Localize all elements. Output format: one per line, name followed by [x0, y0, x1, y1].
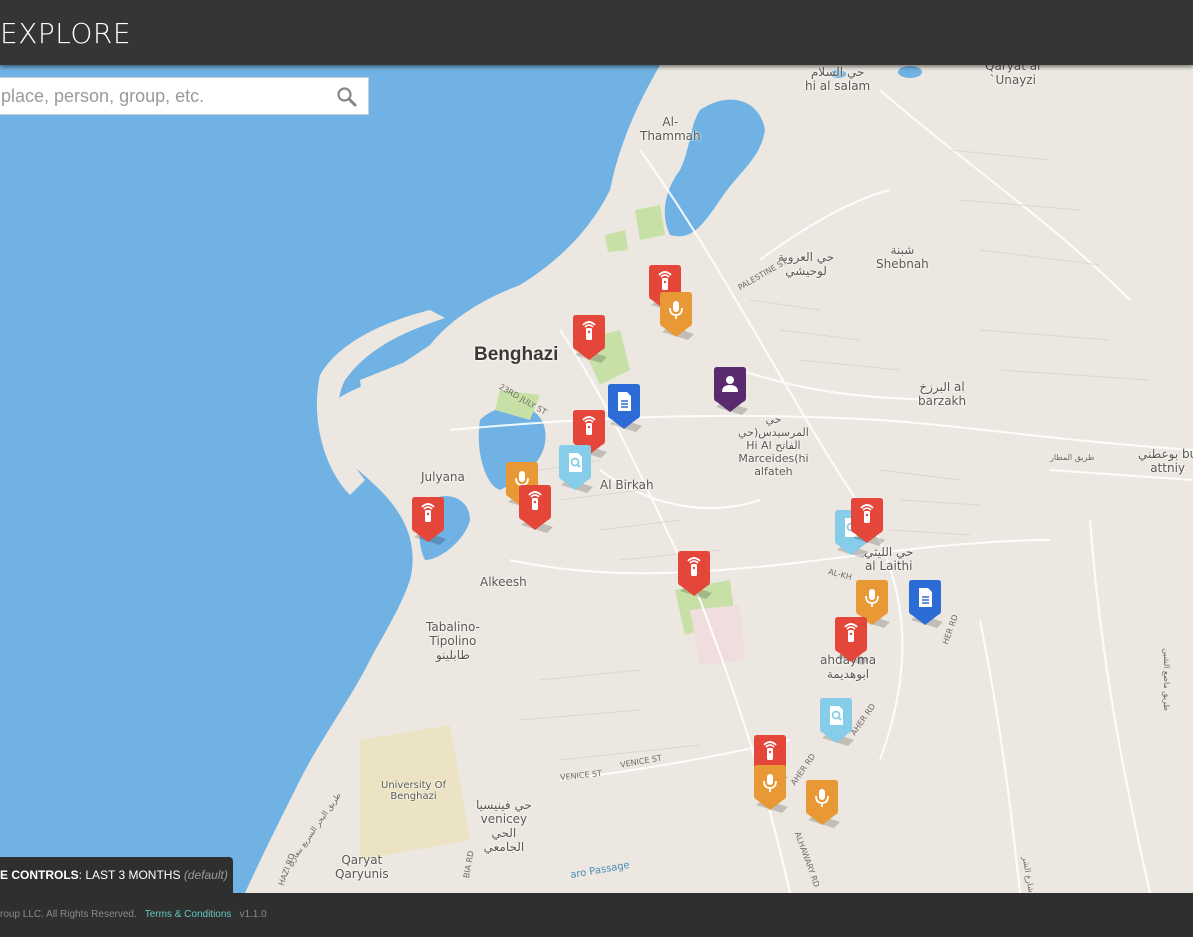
audio-marker-5[interactable] — [804, 780, 840, 828]
time-controls-value: : LAST 3 MONTHS — [78, 868, 184, 882]
road-label: طريق ماصع الشين — [1161, 648, 1171, 711]
audio-marker-1[interactable] — [658, 292, 694, 340]
search-input[interactable] — [0, 78, 331, 114]
city-label: Benghazi — [474, 344, 559, 365]
terms-link[interactable]: Terms & Conditions — [145, 909, 232, 920]
search-icon[interactable] — [335, 85, 359, 109]
signal-marker-2[interactable] — [571, 315, 607, 363]
page-title: EXPLORE — [0, 17, 132, 50]
place-label-venicey: حي فينيسيا venicey الحي الجامعي — [476, 798, 532, 854]
signal-marker-4[interactable] — [517, 485, 553, 533]
road-label: طريق المطار — [1050, 453, 1095, 462]
place-label-qaryat-unayzi: Qaryat al `Unayzi — [985, 65, 1041, 87]
place-label-marceides: حي المرسيدس(حي Hi Al الفاتح Marceides(hi… — [738, 413, 809, 478]
place-label-al-birkah: Al Birkah — [600, 478, 654, 492]
top-bar: EXPLORE — [0, 0, 1193, 65]
map-canvas[interactable]: Benghazi حي السلام hi al salam Qaryat al… — [0, 65, 1193, 893]
signal-marker-8[interactable] — [833, 617, 869, 665]
place-label-bu-attniy: بوعطني bu attniy — [1138, 447, 1193, 475]
signal-marker-7[interactable] — [849, 498, 885, 546]
place-label-alkeesh: Alkeesh — [480, 575, 527, 589]
place-label-julyana: Julyana — [421, 470, 465, 484]
place-label-shebnah: شبنة Shebnah — [876, 243, 929, 271]
place-label-al-thammah: Al- Thammah — [640, 115, 701, 143]
place-label-al-barzakh: البرزخ al barzakh — [918, 380, 967, 408]
time-controls-label: E CONTROLS — [0, 868, 79, 882]
document-marker-2[interactable] — [907, 580, 943, 628]
place-label-university: University Of Benghazi — [381, 780, 447, 802]
version-text: v1.1.0 — [239, 909, 267, 920]
search-marker-3[interactable] — [818, 698, 854, 746]
copyright-text: roup LLC. All Rights Reserved. — [0, 909, 137, 920]
person-marker-1[interactable] — [712, 367, 748, 415]
place-label-hi-al-salam: حي السلام hi al salam — [805, 65, 871, 93]
signal-marker-5[interactable] — [410, 497, 446, 545]
footer: roup LLC. All Rights Reserved. Terms & Co… — [0, 893, 1193, 933]
search-marker-1[interactable] — [557, 445, 593, 493]
place-label-tabalino: Tabalino- Tipolino طابلينو — [426, 620, 480, 662]
place-label-qaryunis: Qaryat Qaryunis — [335, 853, 389, 881]
signal-marker-6[interactable] — [676, 551, 712, 599]
audio-marker-4[interactable] — [752, 765, 788, 813]
time-controls[interactable]: E CONTROLS: LAST 3 MONTHS (default) — [0, 857, 233, 893]
document-marker-1[interactable] — [606, 384, 642, 432]
search-box[interactable] — [0, 77, 369, 115]
time-controls-note: (default) — [183, 868, 228, 882]
